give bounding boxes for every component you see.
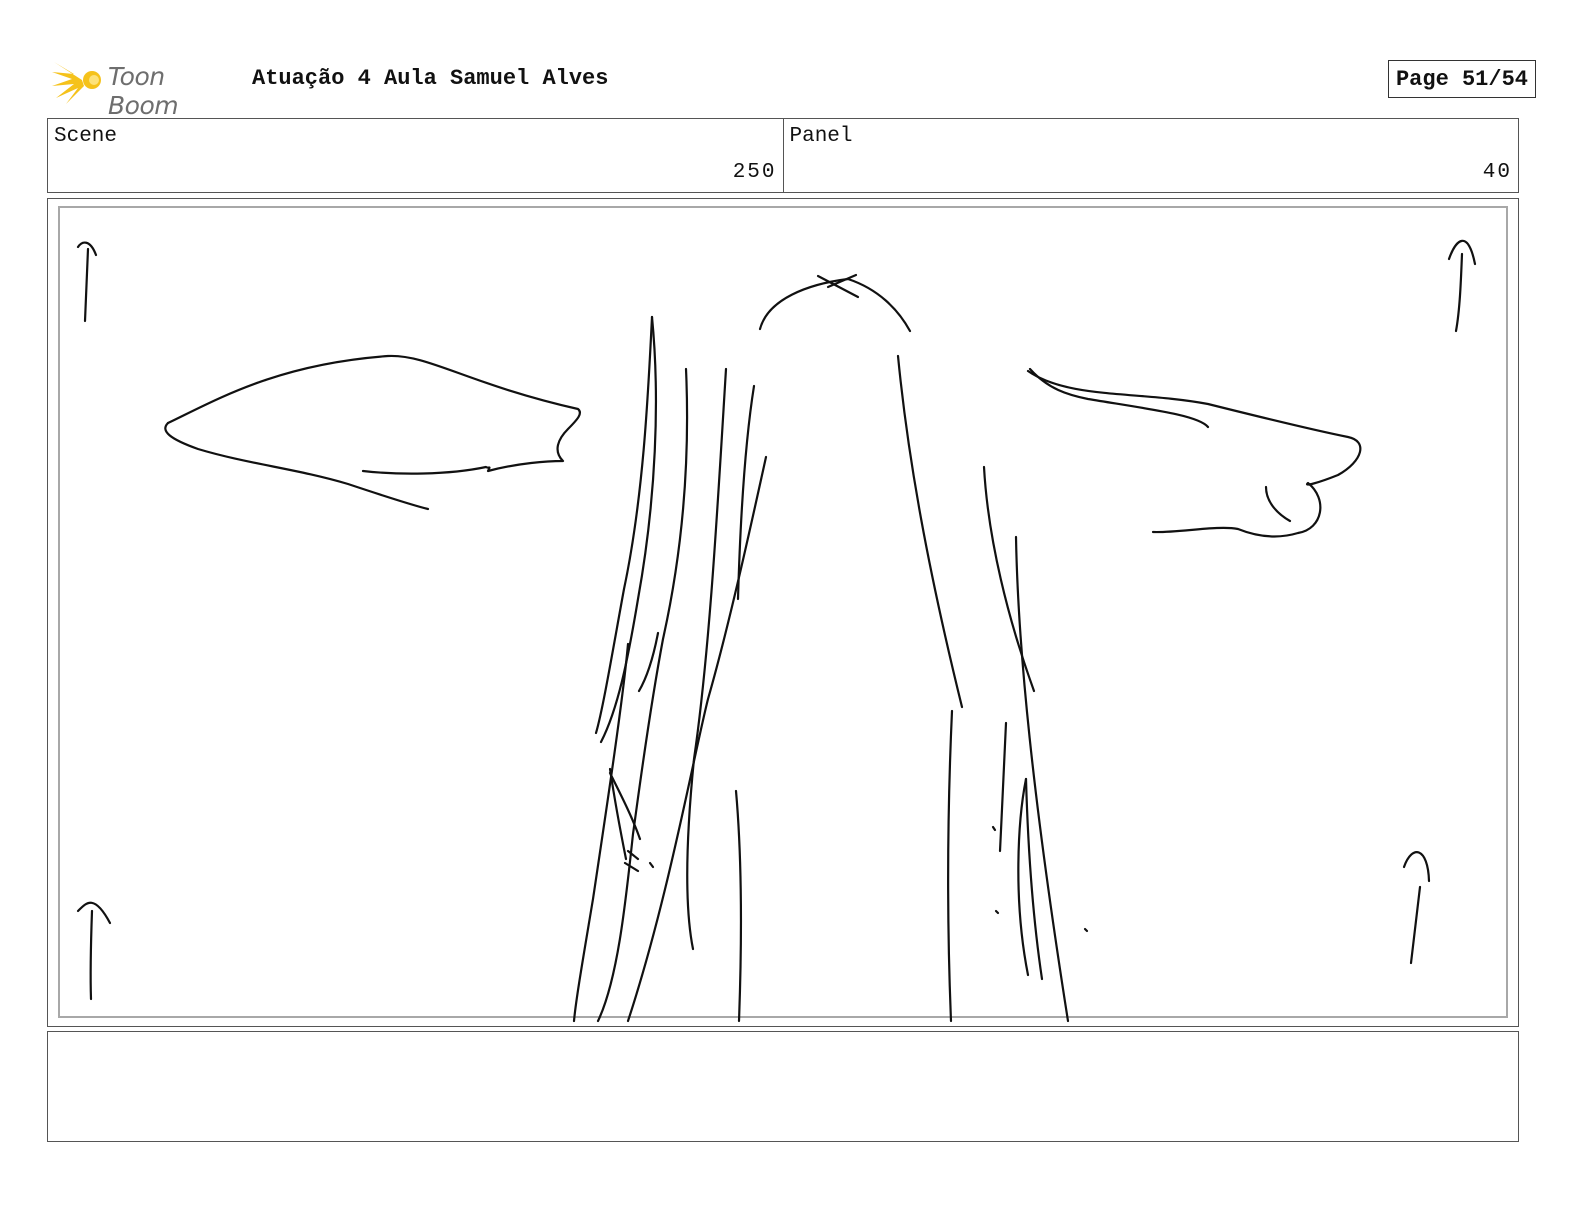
arrow-up-icon-top-right bbox=[1447, 239, 1477, 333]
arrow-up-icon-bottom-left bbox=[76, 901, 112, 1001]
toon-boom-logo: Toon Boom bbox=[52, 56, 242, 120]
logo-text: Toon Boom bbox=[108, 62, 179, 120]
storyboard-sketch bbox=[76, 239, 1477, 1023]
panel-label: Panel bbox=[789, 125, 853, 148]
scene-label: Scene bbox=[54, 125, 118, 148]
panel-cell: Panel 40 bbox=[782, 119, 1519, 192]
scene-cell: Scene 250 bbox=[48, 119, 783, 192]
panel-value: 40 bbox=[1482, 161, 1512, 184]
left-hand-sketch bbox=[164, 354, 582, 511]
page-number: Page 51/54 bbox=[1387, 60, 1536, 98]
panel-image-frame bbox=[47, 198, 1519, 1027]
arrow-up-icon-bottom-right bbox=[1402, 851, 1431, 965]
right-hand-sketch bbox=[1026, 367, 1362, 538]
starburst-icon bbox=[52, 62, 101, 104]
page-header: Toon Boom Atuação 4 Aula Samuel Alves Pa… bbox=[48, 56, 1536, 120]
panel-notes-box[interactable] bbox=[47, 1031, 1519, 1142]
body-sketch bbox=[572, 315, 1089, 1023]
scene-value: 250 bbox=[732, 161, 777, 184]
scene-panel-info: Scene 250 Panel 40 bbox=[47, 118, 1519, 193]
document-title: Atuação 4 Aula Samuel Alves bbox=[252, 66, 609, 91]
arrow-up-icon-top-left bbox=[76, 241, 98, 323]
head-sketch bbox=[758, 273, 912, 333]
